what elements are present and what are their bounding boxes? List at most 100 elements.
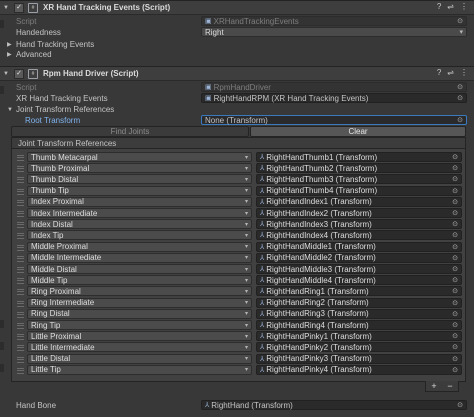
object-picker-icon[interactable]: ⊙ [452,265,458,273]
remove-element-button[interactable]: − [447,381,452,391]
joint-transform-field[interactable]: ⅄ RightHandRing2 (Transform) ⊙ [256,297,462,308]
joint-type-dropdown[interactable]: Ring Intermediate ▾ [27,297,252,308]
object-picker-icon[interactable]: ⊙ [452,310,458,318]
drag-handle-icon[interactable] [17,233,24,240]
joint-transform-field[interactable]: ⅄ RightHandRing4 (Transform) ⊙ [256,320,462,330]
joint-type-dropdown[interactable]: Middle Proximal ▾ [27,241,252,252]
drag-handle-icon[interactable] [17,177,24,184]
joint-transform-field[interactable]: ⅄ RightHandMiddle3 (Transform) ⊙ [256,264,462,274]
joint-type-dropdown[interactable]: Index Intermediate ▾ [27,208,252,218]
joint-transform-field[interactable]: ⅄ RightHandIndex4 (Transform) ⊙ [256,230,462,241]
object-picker-icon[interactable]: ⊙ [452,332,458,340]
more-icon[interactable]: ⋮ [460,68,468,77]
joint-transform-field[interactable]: ⅄ RightHandPinky3 (Transform) ⊙ [256,353,462,364]
joint-transform-field[interactable]: ⅄ RightHandThumb3 (Transform) ⊙ [256,174,462,185]
joint-type-dropdown[interactable]: Index Proximal ▾ [27,196,252,207]
xr-hand-tracking-events-header[interactable]: ▼ ✓ # XR Hand Tracking Events (Script) ?… [0,0,474,15]
drag-handle-icon[interactable] [17,289,24,296]
joint-transform-field[interactable]: ⅄ RightHandIndex3 (Transform) ⊙ [256,219,462,230]
joint-transform-field[interactable]: ⅄ RightHandThumb2 (Transform) ⊙ [256,163,462,174]
object-picker-icon[interactable]: ⊙ [452,231,458,239]
joint-transform-field[interactable]: ⅄ RightHandPinky4 (Transform) ⊙ [256,364,462,375]
joint-transform-field[interactable]: ⅄ RightHandIndex1 (Transform) ⊙ [256,196,462,207]
joint-type-dropdown[interactable]: Ring Tip ▾ [27,320,252,330]
joint-type-dropdown[interactable]: Thumb Metacarpal ▾ [27,152,252,162]
xr-events-ref-field[interactable]: ▣ RightHandRPM (XR Hand Tracking Events)… [201,93,467,103]
help-icon[interactable]: ? [437,68,441,77]
object-picker-icon[interactable]: ⊙ [457,94,463,102]
joint-transform-field[interactable]: ⅄ RightHandMiddle2 (Transform) ⊙ [256,252,462,263]
drag-handle-icon[interactable] [17,367,24,374]
object-picker-icon[interactable]: ⊙ [452,209,458,217]
joint-type-dropdown[interactable]: Middle Tip ▾ [27,275,252,286]
joint-type-dropdown[interactable]: Little Distal ▾ [27,353,252,364]
joint-type-dropdown[interactable]: Middle Distal ▾ [27,264,252,274]
object-picker-icon[interactable]: ⊙ [452,254,458,262]
joint-transform-field[interactable]: ⅄ RightHandThumb4 (Transform) ⊙ [256,185,462,196]
object-picker-icon[interactable]: ⊙ [452,276,458,284]
clear-button[interactable]: Clear [250,126,466,137]
drag-handle-icon[interactable] [17,334,24,341]
fold-closed-icon[interactable]: ▶ [7,51,12,58]
drag-handle-icon[interactable] [17,244,24,251]
help-icon[interactable]: ? [437,2,441,11]
joint-type-dropdown[interactable]: Thumb Proximal ▾ [27,163,252,174]
joint-type-dropdown[interactable]: Index Tip ▾ [27,230,252,241]
drag-handle-icon[interactable] [17,300,24,307]
fold-open-icon[interactable]: ▼ [2,71,10,77]
hand-bone-field[interactable]: ⅄ RightHand (Transform) ⊙ [201,400,467,410]
presets-icon[interactable]: ⇌ [447,2,454,11]
drag-handle-icon[interactable] [17,255,24,262]
drag-handle-icon[interactable] [17,345,24,352]
joint-type-dropdown[interactable]: Ring Proximal ▾ [27,286,252,297]
drag-handle-icon[interactable] [17,199,24,206]
drag-handle-icon[interactable] [17,278,24,285]
object-picker-icon[interactable]: ⊙ [452,175,458,183]
joint-transform-field[interactable]: ⅄ RightHandMiddle1 (Transform) ⊙ [256,241,462,252]
object-picker-icon[interactable]: ⊙ [452,287,458,295]
drag-handle-icon[interactable] [17,323,24,329]
fold-closed-icon[interactable]: ▶ [7,41,12,48]
find-joints-button[interactable]: Find Joints [11,126,249,137]
drag-handle-icon[interactable] [17,222,24,229]
joint-transform-field[interactable]: ⅄ RightHandThumb1 (Transform) ⊙ [256,152,462,162]
object-picker-icon[interactable]: ⊙ [452,355,458,363]
component-enabled-checkbox[interactable]: ✓ [14,68,24,79]
object-picker-icon[interactable]: ⊙ [452,321,458,329]
more-icon[interactable]: ⋮ [460,2,468,11]
object-picker-icon[interactable]: ⊙ [457,401,463,409]
joint-type-dropdown[interactable]: Little Proximal ▾ [27,331,252,342]
joint-transform-field[interactable]: ⅄ RightHandRing3 (Transform) ⊙ [256,308,462,319]
object-picker-icon[interactable]: ⊙ [452,299,458,307]
joint-transform-references-foldout[interactable]: ▼ Joint Transform References [0,104,474,115]
drag-handle-icon[interactable] [17,155,24,161]
object-picker-icon[interactable]: ⊙ [452,187,458,195]
joint-type-dropdown[interactable]: Little Tip ▾ [27,364,252,375]
component-enabled-checkbox[interactable]: ✓ [14,2,24,13]
object-picker-icon[interactable]: ⊙ [452,243,458,251]
joint-type-dropdown[interactable]: Thumb Tip ▾ [27,185,252,196]
drag-handle-icon[interactable] [17,311,24,318]
joint-transform-field[interactable]: ⅄ RightHandPinky2 (Transform) ⊙ [256,342,462,353]
drag-handle-icon[interactable] [17,356,24,363]
root-transform-field[interactable]: None (Transform) ⊙ [201,115,467,125]
drag-handle-icon[interactable] [17,267,24,273]
object-picker-icon[interactable]: ⊙ [452,164,458,172]
handedness-dropdown[interactable]: Right ▾ [201,27,467,37]
rpm-hand-driver-header[interactable]: ▼ ✓ # Rpm Hand Driver (Script) ? ⇌ ⋮ [0,66,474,81]
joint-transform-field[interactable]: ⅄ RightHandMiddle4 (Transform) ⊙ [256,275,462,286]
fold-open-icon[interactable]: ▼ [2,5,10,11]
drag-handle-icon[interactable] [17,188,24,195]
joint-transform-field[interactable]: ⅄ RightHandIndex2 (Transform) ⊙ [256,208,462,218]
add-element-button[interactable]: + [431,381,436,391]
joint-type-dropdown[interactable]: Index Distal ▾ [27,219,252,230]
object-picker-icon[interactable]: ⊙ [452,153,458,161]
drag-handle-icon[interactable] [17,166,24,173]
joint-type-dropdown[interactable]: Ring Distal ▾ [27,308,252,319]
object-picker-icon[interactable]: ⊙ [452,198,458,206]
joint-transform-field[interactable]: ⅄ RightHandPinky1 (Transform) ⊙ [256,331,462,342]
fold-open-icon[interactable]: ▼ [7,107,13,113]
object-picker-icon[interactable]: ⊙ [452,366,458,374]
joint-type-dropdown[interactable]: Middle Intermediate ▾ [27,252,252,263]
object-picker-icon[interactable]: ⊙ [452,343,458,351]
